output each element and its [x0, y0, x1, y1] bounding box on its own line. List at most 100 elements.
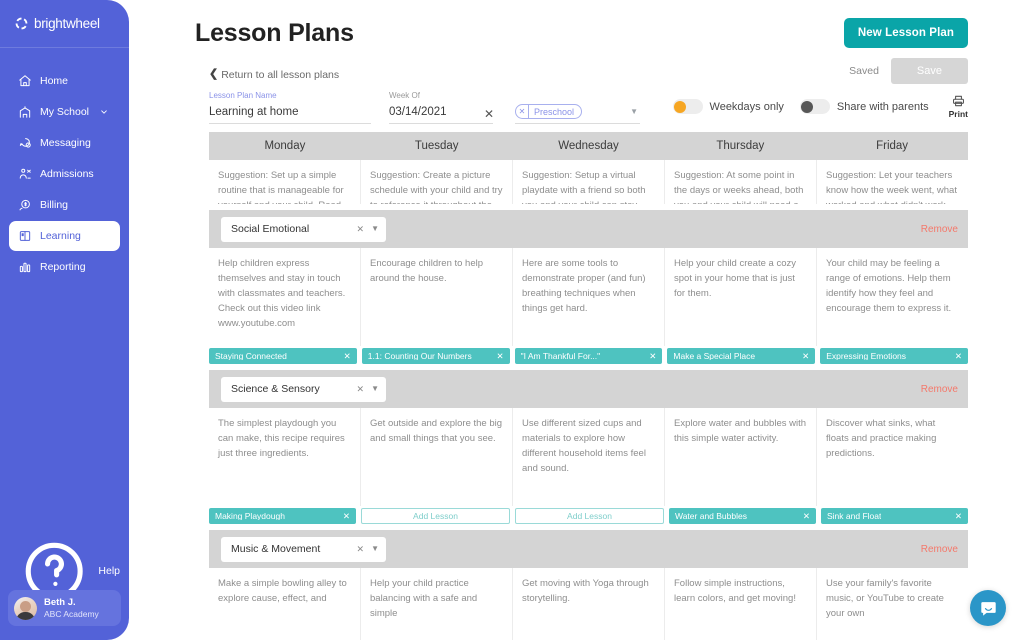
- school-icon: [19, 106, 31, 118]
- lesson-cell[interactable]: Help your child create a cozy spot in yo…: [665, 248, 817, 346]
- group-body: Make a simple bowling alley to explore c…: [209, 568, 968, 640]
- user-card[interactable]: Beth J. ABC Academy: [8, 590, 121, 626]
- lesson-tag[interactable]: Making Playdough ✕: [209, 508, 356, 524]
- sidebar-item-label: Admissions: [40, 168, 94, 180]
- avatar: [14, 596, 37, 620]
- lesson-cell[interactable]: Help your child practice balancing with …: [361, 568, 513, 640]
- return-link-label: Return to all lesson plans: [221, 68, 340, 81]
- group-category-label: Music & Movement: [231, 543, 321, 555]
- close-icon[interactable]: ✕: [344, 352, 351, 361]
- lesson-tag-label: Expressing Emotions: [826, 351, 907, 361]
- chevron-down-icon[interactable]: ▼: [371, 545, 379, 553]
- intercom-launcher[interactable]: [970, 590, 1006, 626]
- lesson-group-science-sensory: Science & Sensory ✕ ▼ Remove The simples…: [209, 370, 968, 524]
- close-icon[interactable]: ✕: [516, 105, 529, 118]
- new-lesson-plan-button[interactable]: New Lesson Plan: [843, 18, 968, 48]
- remove-group-link[interactable]: Remove: [921, 224, 958, 235]
- weekdays-only-toggle[interactable]: [672, 99, 703, 114]
- lesson-plan-name-input[interactable]: [209, 106, 371, 124]
- lesson-tag[interactable]: Staying Connected ✕: [209, 348, 357, 364]
- sidebar-item-reporting[interactable]: Reporting: [9, 252, 120, 282]
- close-icon[interactable]: ✕: [649, 352, 656, 361]
- close-icon[interactable]: ✕: [955, 512, 962, 521]
- close-icon[interactable]: ✕: [803, 512, 810, 521]
- share-with-parents-toggle[interactable]: [799, 99, 830, 114]
- group-category-select[interactable]: Social Emotional ✕ ▼: [221, 216, 386, 242]
- lesson-cell[interactable]: Make a simple bowling alley to explore c…: [209, 568, 361, 640]
- chevron-down-icon[interactable]: ▼: [371, 385, 379, 393]
- lesson-cell[interactable]: Here are some tools to demonstrate prope…: [513, 248, 665, 346]
- sidebar-nav: Home My School Messaging Admissions Bill…: [0, 66, 129, 282]
- lesson-cell[interactable]: Get outside and explore the big and smal…: [361, 408, 513, 506]
- printer-icon: [952, 95, 964, 107]
- lesson-cell[interactable]: Use different sized cups and materials t…: [513, 408, 665, 506]
- lesson-tag[interactable]: 1.1: Counting Our Numbers ✕: [361, 348, 510, 364]
- suggestion-cell: Suggestion: At some point in the days or…: [665, 160, 817, 204]
- group-body: The simplest playdough you can make, thi…: [209, 408, 968, 506]
- sidebar-help-label: Help: [98, 565, 120, 577]
- remove-group-link[interactable]: Remove: [921, 384, 958, 395]
- lesson-cell[interactable]: Follow simple instructions, learn colors…: [665, 568, 817, 640]
- sidebar-item-home[interactable]: Home: [9, 66, 120, 96]
- close-icon[interactable]: ✕: [357, 384, 365, 394]
- sidebar-item-my-school[interactable]: My School: [9, 97, 120, 127]
- group-category-select[interactable]: Music & Movement ✕ ▼: [221, 536, 386, 562]
- group-category-select[interactable]: Science & Sensory ✕ ▼: [221, 376, 386, 402]
- learning-icon: [19, 231, 31, 241]
- sidebar-item-messaging[interactable]: Messaging: [9, 128, 120, 158]
- lesson-cell[interactable]: Encourage children to help around the ho…: [361, 248, 513, 346]
- lesson-tag[interactable]: Sink and Float ✕: [821, 508, 968, 524]
- chevron-down-icon[interactable]: ▼: [371, 225, 379, 233]
- lesson-cell[interactable]: Help children express themselves and sta…: [209, 248, 361, 346]
- return-to-all-lesson-plans-link[interactable]: ❮ Return to all lesson plans: [209, 69, 339, 81]
- lesson-cell[interactable]: Get moving with Yoga through storytellin…: [513, 568, 665, 640]
- lesson-tag[interactable]: Make a Special Place ✕: [667, 348, 816, 364]
- lesson-tag-label: Making Playdough: [215, 511, 285, 521]
- close-icon[interactable]: ✕: [496, 352, 503, 361]
- close-icon[interactable]: ✕: [955, 352, 962, 361]
- chevron-down-icon[interactable]: ▼: [630, 107, 638, 116]
- week-of-input[interactable]: [389, 106, 493, 124]
- app-root: brightwheel Home My School Messaging Adm…: [0, 0, 1024, 640]
- lesson-tag-label: "I Am Thankful For...": [520, 351, 601, 361]
- sidebar-item-label: Reporting: [40, 261, 86, 273]
- close-icon[interactable]: ✕: [357, 544, 365, 554]
- lesson-cell[interactable]: Discover what sinks, what floats and pra…: [817, 408, 968, 506]
- suggestion-cell: Suggestion: Create a picture schedule wi…: [361, 160, 513, 204]
- lesson-tag[interactable]: Expressing Emotions ✕: [820, 348, 968, 364]
- day-header-wednesday: Wednesday: [558, 140, 619, 152]
- add-lesson-button[interactable]: Add Lesson: [361, 508, 510, 524]
- close-icon[interactable]: ✕: [802, 352, 809, 361]
- save-button[interactable]: Save: [890, 58, 968, 84]
- group-header: Social Emotional ✕ ▼ Remove: [209, 210, 968, 248]
- add-lesson-button[interactable]: Add Lesson: [515, 508, 664, 524]
- page-header: Lesson Plans New Lesson Plan: [129, 0, 1024, 48]
- lesson-cell[interactable]: Use your family's favorite music, or You…: [817, 568, 968, 640]
- lesson-cell[interactable]: Your child may be feeling a range of emo…: [817, 248, 968, 346]
- toggles-area: Weekdays only Share with parents Print: [672, 94, 968, 119]
- lesson-tag[interactable]: Water and Bubbles ✕: [669, 508, 816, 524]
- lesson-tag[interactable]: "I Am Thankful For..." ✕: [514, 348, 663, 364]
- sidebar-item-learning[interactable]: Learning: [9, 221, 120, 251]
- close-icon[interactable]: ✕: [343, 512, 350, 521]
- user-card-text: Beth J. ABC Academy: [44, 597, 99, 620]
- close-icon[interactable]: ✕: [357, 224, 365, 234]
- sidebar-item-help[interactable]: Help: [9, 542, 120, 600]
- save-area: Saved Save: [849, 58, 968, 84]
- chevron-down-icon[interactable]: [100, 108, 108, 116]
- sidebar-item-admissions[interactable]: Admissions: [9, 159, 120, 189]
- close-icon[interactable]: ✕: [484, 108, 494, 120]
- room-select-box[interactable]: ✕ Preschool ▼: [515, 104, 640, 124]
- admissions-icon: [19, 168, 31, 179]
- suggestion-cell: Suggestion: Let your teachers know how t…: [826, 170, 957, 204]
- print-button[interactable]: Print: [949, 94, 968, 119]
- main-content: Lesson Plans New Lesson Plan ❮ Return to…: [129, 0, 1024, 640]
- lesson-tag-label: 1.1: Counting Our Numbers: [367, 351, 472, 361]
- brand-logo-area[interactable]: brightwheel: [0, 0, 129, 48]
- lesson-cell[interactable]: Explore water and bubbles with this simp…: [665, 408, 817, 506]
- room-chip-preschool[interactable]: ✕ Preschool: [515, 104, 583, 119]
- lesson-cell[interactable]: The simplest playdough you can make, thi…: [209, 408, 361, 506]
- remove-group-link[interactable]: Remove: [921, 544, 958, 555]
- sidebar-item-billing[interactable]: Billing: [9, 190, 120, 220]
- billing-icon: [19, 199, 30, 211]
